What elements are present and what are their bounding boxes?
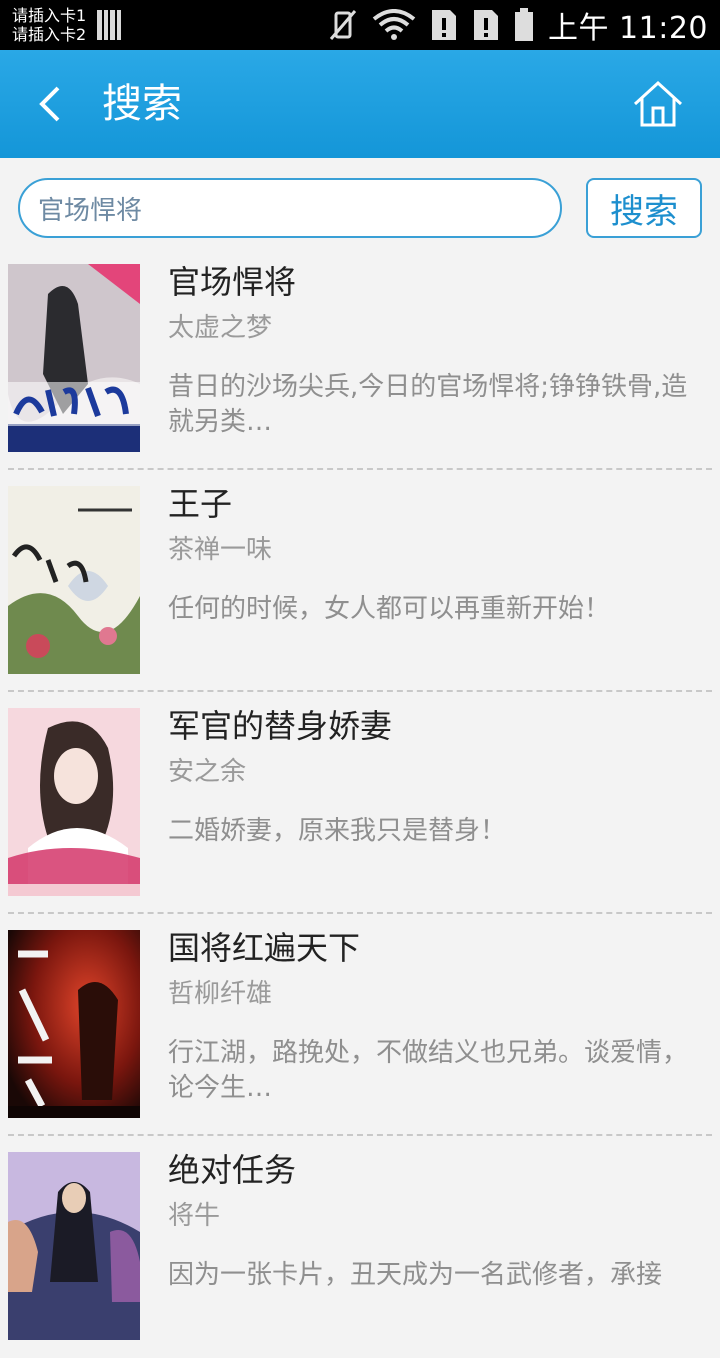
- search-button[interactable]: 搜索: [586, 178, 702, 238]
- book-cover: [8, 486, 140, 674]
- search-input[interactable]: [18, 178, 562, 238]
- signal-icon: [97, 10, 121, 40]
- book-author: 安之余: [168, 757, 247, 787]
- book-title: 王子: [168, 485, 233, 523]
- chevron-left-icon: [39, 86, 60, 122]
- book-title: 绝对任务: [168, 1151, 297, 1189]
- home-button[interactable]: [632, 80, 684, 128]
- list-item[interactable]: 绝对任务 将牛 因为一张卡片，丑天成为一名武修者，承接: [0, 1136, 720, 1358]
- sim2-missing-icon: [474, 10, 498, 40]
- book-description: 任何的时候，女人都可以再重新开始！: [168, 594, 611, 624]
- sim2-label: 请插入卡2: [12, 25, 87, 44]
- book-cover: [8, 708, 140, 896]
- vibrate-off-icon: [329, 10, 357, 40]
- book-title: 官场悍将: [168, 263, 297, 301]
- book-author: 茶禅一味: [168, 535, 273, 565]
- book-title: 军官的替身娇妻: [168, 707, 393, 745]
- app-header: 搜索: [0, 50, 720, 158]
- book-author: 太虚之梦: [168, 313, 273, 343]
- page-title: 搜索: [102, 81, 182, 127]
- back-button[interactable]: [28, 74, 76, 134]
- list-item[interactable]: 军官的替身娇妻 安之余 二婚娇妻，原来我只是替身！: [0, 692, 720, 914]
- status-icons: 上午 11:20: [328, 0, 708, 50]
- sim1-label: 请插入卡1: [12, 6, 87, 25]
- book-description: 行江湖，路挽处，不做结义也兄弟。谈爱情，论今生…: [168, 1038, 689, 1103]
- wifi-icon: [372, 9, 416, 40]
- sim1-missing-icon: [432, 10, 456, 40]
- book-description: 二婚娇妻，原来我只是替身！: [168, 816, 507, 846]
- book-cover: [8, 264, 140, 452]
- list-item[interactable]: 国将红遍天下 哲柳纤雄 行江湖，路挽处，不做结义也兄弟。谈爱情，论今生…: [0, 914, 720, 1136]
- list-item[interactable]: 王子 茶禅一味 任何的时候，女人都可以再重新开始！: [0, 470, 720, 692]
- book-cover: [8, 930, 140, 1118]
- book-list: 官场悍将 太虚之梦 昔日的沙场尖兵,今日的官场悍将;铮铮铁骨,造就另类… 王子 …: [0, 248, 720, 1358]
- book-cover: [8, 1152, 140, 1340]
- home-icon: [633, 80, 683, 127]
- clock: 上午 11:20: [548, 11, 708, 46]
- book-description: 因为一张卡片，丑天成为一名武修者，承接: [168, 1260, 663, 1290]
- book-title: 国将红遍天下: [168, 929, 361, 967]
- book-description: 昔日的沙场尖兵,今日的官场悍将;铮铮铁骨,造就另类…: [168, 372, 688, 437]
- list-item[interactable]: 官场悍将 太虚之梦 昔日的沙场尖兵,今日的官场悍将;铮铮铁骨,造就另类…: [0, 248, 720, 470]
- sim-status: 请插入卡1 请插入卡2: [12, 6, 86, 44]
- battery-icon: [515, 8, 533, 41]
- book-author: 将牛: [168, 1201, 221, 1231]
- status-bar: 请插入卡1 请插入卡2 上午 11:20: [0, 0, 720, 50]
- book-author: 哲柳纤雄: [168, 979, 273, 1009]
